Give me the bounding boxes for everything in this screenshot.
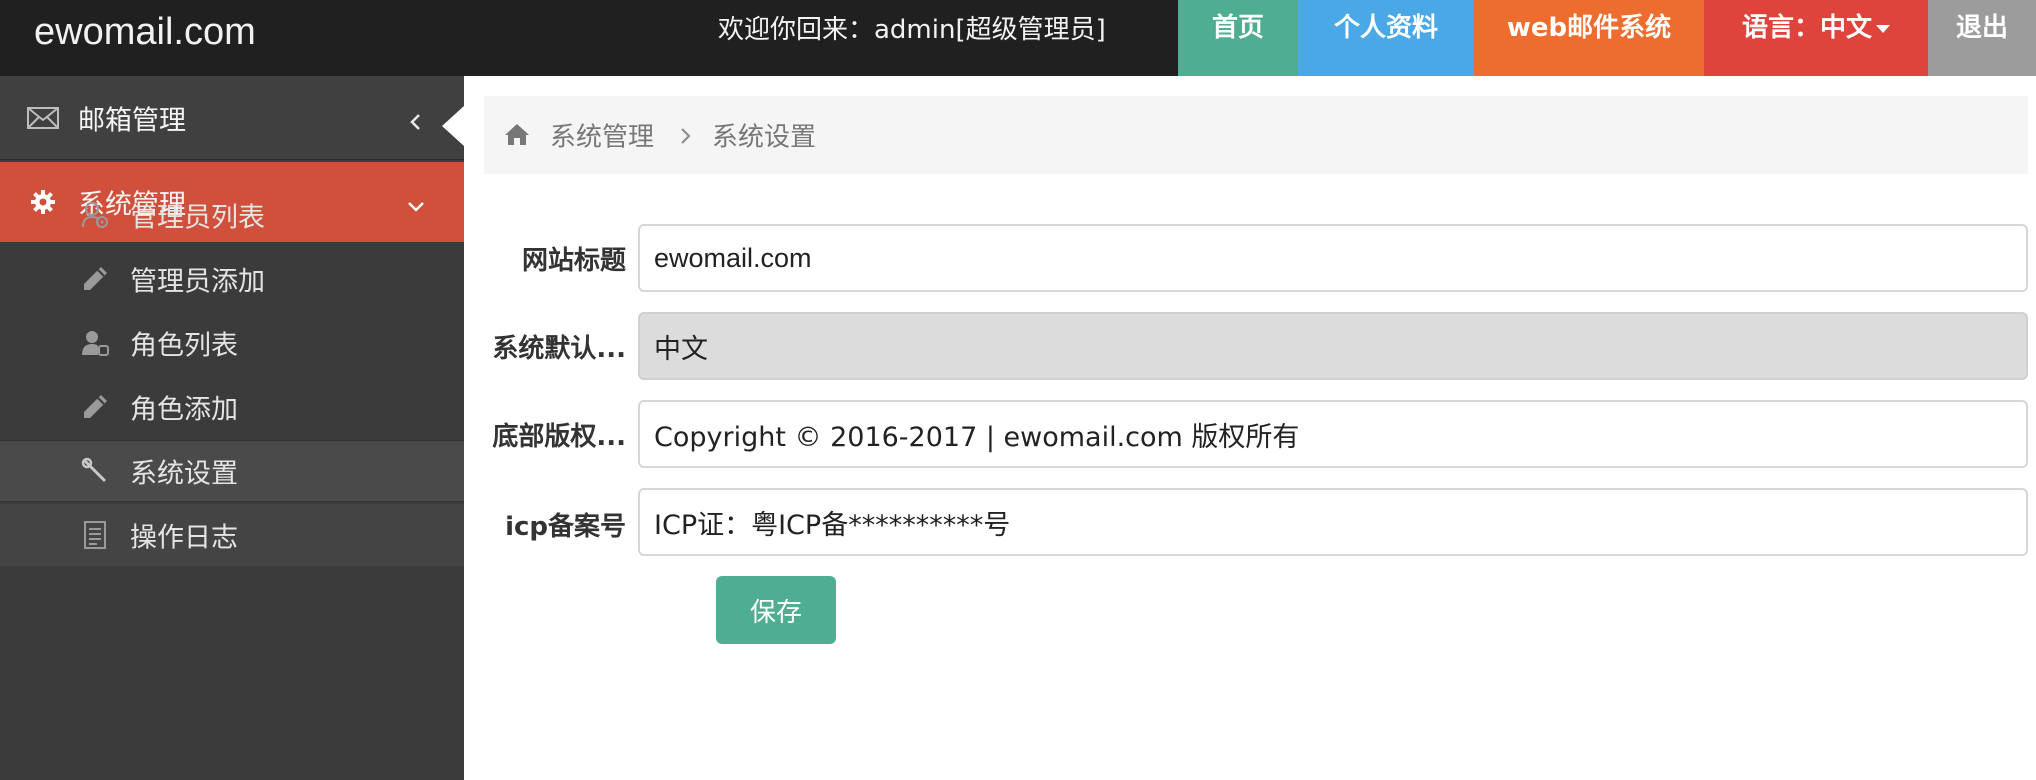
default-language-input bbox=[638, 312, 2028, 380]
site-logo[interactable]: ewomail.com bbox=[34, 0, 256, 64]
nav-profile-button[interactable]: 个人资料 bbox=[1298, 0, 1474, 76]
nav-profile-label: 个人资料 bbox=[1333, 13, 1438, 43]
chevron-left-icon bbox=[406, 108, 426, 130]
wrench-icon bbox=[80, 456, 110, 486]
caret-down-icon bbox=[1876, 24, 1890, 33]
footer-copyright-label: 底部版权... bbox=[492, 422, 626, 452]
sidebar-group-label: 邮箱管理 bbox=[78, 105, 186, 136]
welcome-text: 欢迎你回来：admin[超级管理员] bbox=[718, 15, 1106, 45]
envelope-icon bbox=[26, 104, 60, 132]
nav-webmail-label: web邮件系统 bbox=[1506, 13, 1672, 43]
sidebar-item-role-add[interactable]: 角色添加 bbox=[0, 376, 464, 438]
site-title-label: 网站标题 bbox=[521, 246, 626, 276]
sidebar-item-label: 角色列表 bbox=[130, 330, 238, 362]
home-icon[interactable] bbox=[504, 122, 532, 148]
save-button[interactable]: 保存 bbox=[716, 576, 836, 644]
footer-copyright-input[interactable] bbox=[638, 400, 2028, 468]
breadcrumb-item-system-management[interactable]: 系统管理 bbox=[550, 117, 654, 154]
nav-home-button[interactable]: 首页 bbox=[1178, 0, 1298, 76]
sidebar-item-admin-list[interactable]: 管理员列表 bbox=[0, 184, 464, 246]
pencil-icon bbox=[80, 264, 110, 294]
nav-home-label: 首页 bbox=[1211, 13, 1264, 43]
sidebar-item-admin-add[interactable]: 管理员添加 bbox=[0, 248, 464, 310]
nav-logout-button[interactable]: 退出 bbox=[1928, 0, 2036, 76]
sidebar-item-system-settings[interactable]: 系统设置 bbox=[0, 440, 464, 502]
sidebar-item-label: 角色添加 bbox=[130, 394, 238, 426]
nav-webmail-button[interactable]: web邮件系统 bbox=[1474, 0, 1704, 76]
admin-user-icon bbox=[80, 200, 110, 230]
breadcrumb-item-system-settings: 系统设置 bbox=[712, 122, 817, 153]
breadcrumb: 系统管理 系统设置 bbox=[484, 96, 2028, 174]
pencil-icon bbox=[80, 392, 110, 422]
icp-number-input[interactable] bbox=[638, 488, 2028, 556]
sidebar-group-mailbox[interactable]: 邮箱管理 bbox=[0, 76, 464, 160]
sidebar-item-label: 管理员添加 bbox=[130, 266, 265, 298]
default-language-label: 系统默认... bbox=[492, 334, 626, 364]
active-indicator bbox=[442, 106, 464, 146]
sidebar-item-label: 系统设置 bbox=[130, 458, 238, 490]
nav-language-dropdown[interactable]: 语言：中文 bbox=[1704, 0, 1928, 76]
sidebar-item-operation-log[interactable]: 操作日志 bbox=[0, 504, 464, 566]
chevron-right-icon bbox=[678, 124, 696, 146]
document-icon bbox=[80, 520, 110, 550]
sidebar-item-role-list[interactable]: 角色列表 bbox=[0, 312, 464, 374]
site-title-input[interactable] bbox=[638, 224, 2028, 292]
top-bar: ewomail.com 欢迎你回来：admin[超级管理员] 首页 个人资料 w… bbox=[0, 0, 2036, 76]
icp-number-label: icp备案号 bbox=[505, 512, 626, 542]
sidebar-item-label: 操作日志 bbox=[130, 522, 238, 554]
nav-logout-label: 退出 bbox=[1955, 13, 2008, 43]
role-user-icon bbox=[80, 328, 110, 358]
nav-language-label: 语言：中文 bbox=[1741, 13, 1872, 43]
sidebar-item-label: 管理员列表 bbox=[130, 202, 265, 234]
